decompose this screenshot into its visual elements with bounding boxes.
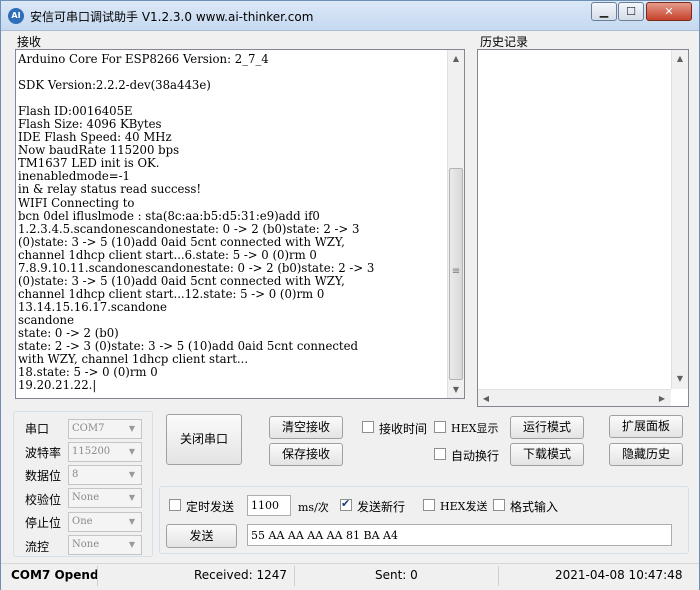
parity-select[interactable]: None ▼ (68, 488, 142, 508)
auto-newline-checkbox[interactable] (434, 448, 446, 460)
receive-scrollbar[interactable]: ▲ ≡ ▼ (447, 50, 464, 398)
port-select[interactable]: COM7 ▼ (68, 419, 142, 439)
title-bar: AI 安信可串口调试助手 V1.2.3.0 www.ai-thinker.com… (1, 1, 699, 31)
chevron-down-icon: ▼ (128, 447, 136, 456)
send-newline-label: 发送新行 (357, 500, 406, 514)
send-data-input[interactable] (247, 524, 672, 546)
history-vscrollbar[interactable]: ▲ ▼ (671, 50, 688, 389)
flow-select[interactable]: None ▼ (68, 535, 142, 555)
run-mode-button[interactable]: 运行模式 (510, 416, 584, 439)
app-logo-icon: AI (8, 8, 24, 24)
receive-text: Arduino Core For ESP8266 Version: 2_7_4 … (18, 53, 375, 393)
port-label: 串口 (25, 422, 50, 436)
baud-select[interactable]: 115200 ▼ (68, 442, 142, 462)
flow-select-value: None (72, 539, 100, 550)
interval-input[interactable] (247, 495, 291, 516)
databits-select[interactable]: 8 ▼ (68, 465, 142, 485)
parity-select-value: None (72, 492, 100, 503)
databits-select-value: 8 (72, 469, 79, 480)
recv-time-checkbox[interactable] (362, 421, 374, 433)
hex-display-label: HEX显示 (451, 422, 499, 435)
window-title: 安信可串口调试助手 V1.2.3.0 www.ai-thinker.com (30, 10, 314, 24)
flow-label: 流控 (25, 540, 50, 554)
expand-panel-button[interactable]: 扩展面板 (609, 415, 683, 438)
maximize-button[interactable]: ☐ (618, 2, 644, 21)
history-hscrollbar[interactable]: ◀ ▶ (478, 389, 671, 406)
format-input-checkbox[interactable] (493, 499, 505, 511)
status-separator (97, 566, 98, 586)
hex-send-label: HEX发送 (440, 500, 488, 513)
receive-textarea[interactable]: Arduino Core For ESP8266 Version: 2_7_4 … (15, 49, 465, 399)
scroll-down-icon[interactable]: ▼ (448, 381, 464, 398)
send-button[interactable]: 发送 (166, 524, 237, 548)
timed-send-label: 定时发送 (186, 500, 235, 514)
auto-newline-label: 自动换行 (451, 449, 500, 463)
hex-display-checkbox[interactable] (434, 421, 446, 433)
port-select-value: COM7 (72, 423, 105, 434)
close-port-button[interactable]: 关闭串口 (166, 414, 242, 465)
history-label: 历史记录 (480, 35, 529, 49)
history-scroll-down-icon[interactable]: ▼ (672, 370, 688, 387)
chevron-down-icon: ▼ (128, 424, 136, 433)
chevron-down-icon: ▼ (128, 517, 136, 526)
chevron-down-icon: ▼ (128, 470, 136, 479)
save-receive-button[interactable]: 保存接收 (269, 443, 343, 466)
status-separator (294, 566, 295, 586)
hide-history-button[interactable]: 隐藏历史 (609, 443, 683, 466)
stopbits-select-value: One (72, 516, 93, 527)
status-separator (498, 566, 499, 586)
scroll-grip-icon: ≡ (451, 266, 461, 277)
app-window: AI 安信可串口调试助手 V1.2.3.0 www.ai-thinker.com… (0, 0, 700, 590)
parity-label: 校验位 (25, 493, 62, 507)
chevron-down-icon: ▼ (128, 540, 136, 549)
baud-select-value: 115200 (72, 446, 111, 457)
stopbits-label: 停止位 (25, 516, 62, 530)
status-datetime: 2021-04-08 10:47:48 (555, 568, 683, 582)
status-bar: COM7 Opend Received: 1247 Sent: 0 2021-0… (1, 563, 699, 590)
baud-label: 波特率 (25, 446, 62, 460)
recv-time-label: 接收时间 (379, 422, 428, 436)
history-scroll-up-icon[interactable]: ▲ (672, 50, 688, 67)
send-newline-checkbox[interactable] (340, 497, 352, 511)
stopbits-select[interactable]: One ▼ (68, 512, 142, 532)
timed-send-checkbox[interactable] (169, 499, 181, 511)
history-scroll-right-icon[interactable]: ▶ (654, 390, 670, 407)
minimize-button[interactable]: ▁ (591, 2, 617, 21)
download-mode-button[interactable]: 下载模式 (510, 443, 584, 466)
history-scroll-left-icon[interactable]: ◀ (478, 390, 494, 407)
received-count: Received: 1247 (194, 568, 287, 582)
close-button[interactable]: ✕ (646, 2, 692, 21)
receive-label: 接收 (17, 35, 42, 49)
scroll-up-icon[interactable]: ▲ (448, 50, 464, 67)
sent-count: Sent: 0 (375, 568, 418, 582)
clear-receive-button[interactable]: 清空接收 (269, 416, 343, 439)
databits-label: 数据位 (25, 469, 62, 483)
interval-unit-label: ms/次 (298, 501, 329, 514)
history-list[interactable]: ▲ ▼ ◀ ▶ (477, 49, 689, 407)
hex-send-checkbox[interactable] (423, 499, 435, 511)
format-input-label: 格式输入 (510, 500, 559, 514)
chevron-down-icon: ▼ (128, 493, 136, 502)
port-status: COM7 Opend (11, 568, 99, 582)
